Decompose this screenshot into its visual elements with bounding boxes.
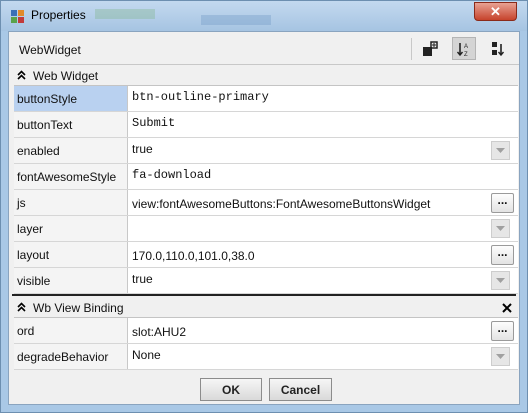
- component-title: WebWidget: [19, 43, 81, 57]
- property-row-ord[interactable]: ord slot:AHU2 ...: [14, 318, 518, 344]
- property-value-select[interactable]: true: [130, 138, 518, 163]
- property-value-select[interactable]: true: [130, 268, 518, 293]
- dropdown-button[interactable]: [491, 219, 510, 238]
- property-row-fontAwesomeStyle[interactable]: fontAwesomeStyle fa-download: [14, 164, 518, 190]
- add-slot-button[interactable]: [418, 37, 442, 60]
- browse-button[interactable]: ...: [491, 321, 514, 341]
- add-slot-icon: [423, 40, 438, 56]
- properties-dialog: Properties ✕ WebWidget A Z Web Widget bu…: [0, 0, 528, 413]
- browse-button[interactable]: ...: [491, 193, 514, 213]
- property-value-select[interactable]: [130, 216, 518, 241]
- section-label: Web Widget: [33, 69, 99, 83]
- browse-button[interactable]: ...: [491, 245, 514, 265]
- dropdown-button[interactable]: [491, 271, 510, 290]
- chevron-down-icon: [496, 353, 505, 359]
- dialog-client: WebWidget A Z Web Widget buttonStyle btn…: [8, 31, 520, 405]
- property-row-degradeBehavior[interactable]: degradeBehavior None: [14, 344, 518, 370]
- property-name: visible: [14, 268, 128, 293]
- window-title: Properties: [31, 8, 86, 22]
- property-grid-web-widget: buttonStyle btn-outline-primary buttonTe…: [14, 85, 518, 294]
- collapse-chevron-icon: [17, 70, 26, 80]
- chevron-down-icon: [496, 277, 505, 283]
- section-label: Wb View Binding: [33, 301, 124, 315]
- property-sheet-header: WebWidget A Z: [9, 32, 519, 65]
- properties-app-icon: [11, 10, 24, 23]
- property-row-js[interactable]: js view:fontAwesomeButtons:FontAwesomeBu…: [14, 190, 518, 216]
- property-value-select[interactable]: None: [130, 344, 518, 369]
- sort-order-icon: [492, 41, 505, 56]
- property-value-field[interactable]: 170.0,110.0,101.0,38.0: [130, 242, 518, 267]
- dropdown-button[interactable]: [491, 347, 510, 366]
- property-name: buttonStyle: [14, 86, 128, 111]
- property-name: buttonText: [14, 112, 128, 137]
- property-value-field[interactable]: fa-download: [130, 164, 518, 189]
- title-bar[interactable]: Properties ✕: [1, 1, 527, 31]
- property-value-field[interactable]: Submit: [130, 112, 518, 137]
- cancel-button[interactable]: Cancel: [269, 378, 332, 401]
- property-name: degradeBehavior: [14, 344, 128, 369]
- property-row-enabled[interactable]: enabled true: [14, 138, 518, 164]
- svg-text:A: A: [464, 44, 468, 50]
- close-icon: ✕: [490, 3, 501, 19]
- property-name: ord: [14, 318, 128, 343]
- property-row-layer[interactable]: layer: [14, 216, 518, 242]
- collapse-chevron-icon: [17, 302, 26, 312]
- remove-binding-icon[interactable]: [502, 303, 512, 313]
- property-value-field[interactable]: btn-outline-primary: [130, 86, 518, 111]
- property-name: enabled: [14, 138, 128, 163]
- sort-order-button[interactable]: [486, 37, 510, 60]
- dropdown-button[interactable]: [491, 141, 510, 160]
- svg-text:Z: Z: [464, 52, 468, 57]
- property-value-field[interactable]: view:fontAwesomeButtons:FontAwesomeButto…: [130, 190, 518, 215]
- chevron-down-icon: [496, 147, 505, 153]
- property-value-field[interactable]: slot:AHU2: [130, 318, 518, 343]
- property-name: js: [14, 190, 128, 215]
- section-divider: [12, 294, 516, 296]
- property-row-buttonStyle[interactable]: buttonStyle btn-outline-primary: [14, 86, 518, 112]
- property-row-buttonText[interactable]: buttonText Submit: [14, 112, 518, 138]
- section-header-web-widget[interactable]: Web Widget: [9, 66, 519, 85]
- close-button[interactable]: ✕: [474, 2, 517, 21]
- toolbar-separator: [411, 38, 412, 60]
- background-ghost-icon: [95, 9, 271, 25]
- sort-alpha-button[interactable]: A Z: [452, 37, 476, 60]
- chevron-down-icon: [496, 225, 505, 231]
- sort-alpha-icon: A Z: [456, 42, 468, 57]
- property-row-layout[interactable]: layout 170.0,110.0,101.0,38.0 ...: [14, 242, 518, 268]
- property-name: layout: [14, 242, 128, 267]
- ok-button[interactable]: OK: [200, 378, 262, 401]
- section-header-wb-view-binding[interactable]: Wb View Binding: [9, 298, 519, 317]
- property-name: layer: [14, 216, 128, 241]
- property-row-visible[interactable]: visible true: [14, 268, 518, 294]
- property-name: fontAwesomeStyle: [14, 164, 128, 189]
- property-grid-wb-view-binding: ord slot:AHU2 ... degradeBehavior None: [14, 317, 518, 370]
